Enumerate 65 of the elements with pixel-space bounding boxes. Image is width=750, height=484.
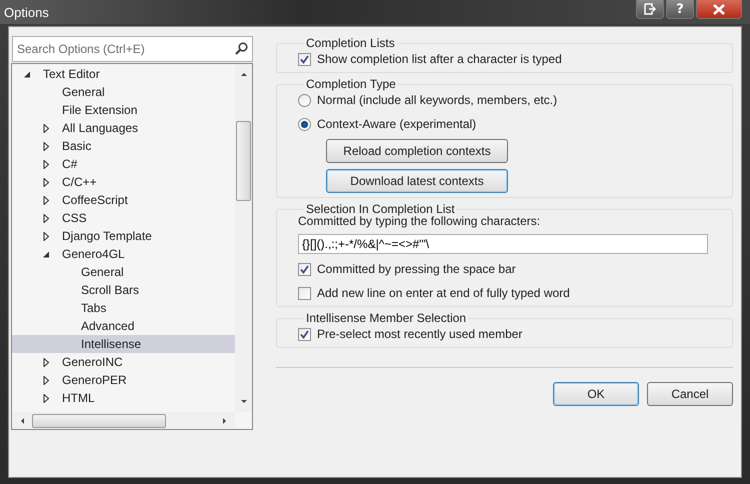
collapsed-icon[interactable] <box>43 178 50 186</box>
search-field[interactable]: Search Options (Ctrl+E) <box>12 36 253 62</box>
group-title: Intellisense Member Selection <box>305 311 468 325</box>
scroll-thumb[interactable] <box>236 120 251 200</box>
collapsed-icon[interactable] <box>43 142 50 150</box>
window-title: Options <box>4 4 49 20</box>
tree-item[interactable]: Advanced <box>12 317 235 335</box>
field-label: Committed by typing the following characters: <box>298 214 540 228</box>
collapsed-icon[interactable] <box>43 160 50 168</box>
collapsed-icon[interactable] <box>43 214 50 222</box>
scroll-thumb[interactable] <box>32 414 166 428</box>
search-icon <box>235 42 248 55</box>
tree-item[interactable]: Django Template <box>12 227 235 245</box>
collapsed-icon[interactable] <box>43 124 50 132</box>
window-button[interactable] <box>636 0 664 19</box>
input-field[interactable]: {}[]().,:;+-*/%&|^~=<>#'"\ <box>298 234 708 254</box>
tree-item[interactable]: File Extension <box>12 101 235 119</box>
checkbox[interactable] <box>298 52 311 66</box>
radio-label: Context-Aware (experimental) <box>317 117 476 131</box>
tree-item[interactable]: General <box>12 83 235 101</box>
radio-button[interactable] <box>298 118 311 130</box>
checkbox[interactable] <box>298 328 311 340</box>
tree-item[interactable]: All Languages <box>12 119 235 137</box>
action-button[interactable]: Download latest contexts <box>326 169 508 193</box>
tree-item[interactable]: C/C++ <box>12 173 235 191</box>
collapsed-icon[interactable] <box>43 196 50 204</box>
tree-item[interactable]: Intellisense <box>12 335 235 353</box>
ok-button[interactable]: OK <box>553 382 639 406</box>
tree-item[interactable]: HTML <box>12 389 235 407</box>
tree-item[interactable]: CSS <box>12 209 235 227</box>
action-button[interactable]: Reload completion contexts <box>326 139 508 163</box>
exit-icon <box>644 3 656 15</box>
tree-item[interactable]: General <box>12 263 235 281</box>
vertical-scrollbar[interactable] <box>235 64 252 412</box>
help-button[interactable]: ? <box>666 0 694 19</box>
tree-item[interactable]: C# <box>12 155 235 173</box>
checkbox-label: Pre-select most recently used member <box>317 327 522 341</box>
checkbox-label: Committed by pressing the space bar <box>317 262 516 276</box>
tree-item[interactable]: Tabs <box>12 299 235 317</box>
close-icon <box>713 4 725 14</box>
tree-item[interactable]: Basic <box>12 137 235 155</box>
group-title: Completion Type <box>305 77 397 91</box>
tree-item[interactable]: GeneroPER <box>12 371 235 389</box>
checkbox-label: Add new line on enter at end of fully typed word <box>317 286 570 300</box>
collapsed-icon[interactable] <box>43 358 50 366</box>
tree-item[interactable]: CoffeeScript <box>12 191 235 209</box>
tree-item[interactable]: GeneroINC <box>12 353 235 371</box>
tree-item[interactable]: Text Editor <box>12 65 235 83</box>
collapsed-icon[interactable] <box>43 376 50 384</box>
expanded-icon[interactable] <box>24 70 31 78</box>
checkbox-label: Show completion list after a character is typed <box>317 52 562 66</box>
horizontal-scrollbar[interactable] <box>12 412 235 429</box>
group-title: Selection In Completion List <box>305 202 456 216</box>
checkbox[interactable] <box>298 286 311 300</box>
group-title: Completion Lists <box>305 36 396 50</box>
tree-item[interactable]: Genero4GL <box>12 245 235 263</box>
cancel-button[interactable]: Cancel <box>647 382 733 406</box>
radio-button[interactable] <box>298 94 311 106</box>
tree-item[interactable]: Scroll Bars <box>12 281 235 299</box>
radio-label: Normal (include all keywords, members, etc.) <box>317 93 558 107</box>
close-button[interactable] <box>696 0 742 19</box>
collapsed-icon[interactable] <box>43 394 50 402</box>
collapsed-icon[interactable] <box>43 232 50 240</box>
checkbox[interactable] <box>298 262 311 276</box>
expanded-icon[interactable] <box>43 250 50 258</box>
